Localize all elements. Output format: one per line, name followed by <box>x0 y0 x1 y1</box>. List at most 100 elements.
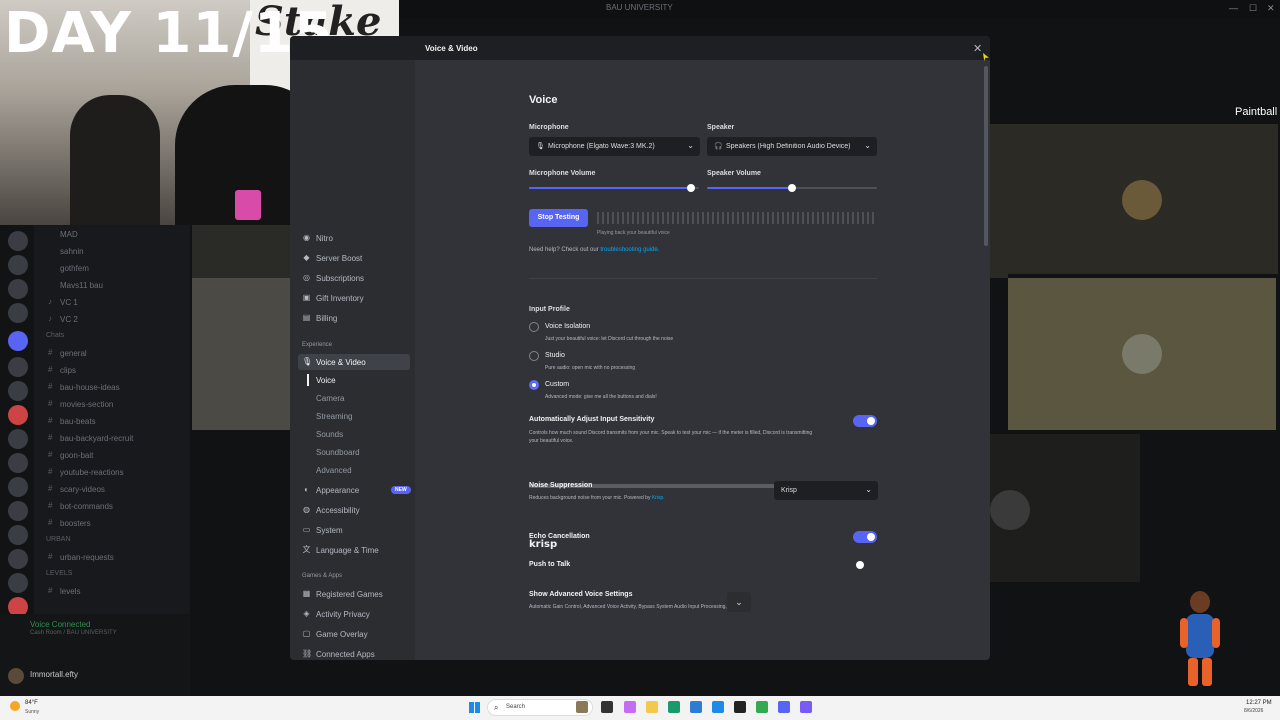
channel-item[interactable]: # general <box>36 345 186 362</box>
server-icon[interactable] <box>8 255 28 275</box>
sidebar-sub-camera[interactable]: Camera <box>316 394 344 403</box>
channel-item[interactable]: gothfem <box>36 260 186 277</box>
store-icon[interactable] <box>690 701 702 713</box>
radio-button[interactable] <box>529 322 539 332</box>
sidebar-item-subscriptions[interactable]: ◎ Subscriptions <box>298 270 410 286</box>
server-icon[interactable] <box>8 429 28 449</box>
channel-item[interactable]: MAD <box>36 226 186 243</box>
clock-time[interactable]: 12:27 PM <box>1246 700 1272 706</box>
channel-item[interactable]: # boosters <box>36 515 186 532</box>
auto-sensitivity-toggle[interactable] <box>853 415 877 427</box>
channel-item[interactable]: ♪ VC 2 <box>36 311 186 328</box>
windows-start-icon[interactable] <box>469 702 480 713</box>
voice-connected-status[interactable]: Voice Connected <box>30 620 91 629</box>
sidebar-item-system[interactable]: ▭ System <box>298 522 410 538</box>
app-icon[interactable] <box>734 701 746 713</box>
radio-button-selected[interactable] <box>529 380 539 390</box>
speaker-select[interactable]: 🎧 Speakers (High Definition Audio Device… <box>707 137 877 156</box>
video-tile[interactable] <box>990 124 1278 274</box>
sidebar-sub-streaming[interactable]: Streaming <box>316 412 352 421</box>
channel-item[interactable]: ♪ VC 1 <box>36 294 186 311</box>
sidebar-item-game-overlay[interactable]: ▢ Game Overlay <box>298 626 410 642</box>
server-icon[interactable] <box>8 501 28 521</box>
file-explorer-icon[interactable] <box>646 701 658 713</box>
sidebar-item-language-time[interactable]: 文 Language & Time <box>298 542 410 558</box>
server-icon[interactable] <box>8 231 28 251</box>
username[interactable]: Immortall.efty <box>30 670 78 679</box>
radio-custom[interactable]: Custom Advanced mode: give me all the bu… <box>529 380 829 404</box>
video-tile[interactable] <box>990 434 1140 582</box>
mic-volume-handle[interactable] <box>686 184 695 192</box>
channel-item[interactable]: # youtube-reactions <box>36 464 186 481</box>
microphone-select[interactable]: 🎙 Microphone (Elgato Wave:3 MK.2) ⌄ <box>529 137 700 156</box>
discord-icon[interactable] <box>778 701 790 713</box>
channel-item[interactable]: # scary-videos <box>36 481 186 498</box>
mic-volume-slider[interactable] <box>529 184 699 192</box>
server-icon[interactable] <box>8 573 28 593</box>
stop-testing-button[interactable]: Stop Testing <box>529 209 588 227</box>
edge-icon[interactable] <box>668 701 680 713</box>
server-icon[interactable] <box>8 525 28 545</box>
video-tile[interactable] <box>192 278 292 430</box>
channel-item[interactable]: # bot-commands <box>36 498 186 515</box>
speaker-volume-slider[interactable] <box>707 184 877 192</box>
radio-button[interactable] <box>529 351 539 361</box>
channel-item[interactable]: # goon-bait <box>36 447 186 464</box>
channel-item[interactable]: # bau-house-ideas <box>36 379 186 396</box>
noise-suppression-select[interactable]: Krisp ⌄ <box>774 481 878 500</box>
channel-item[interactable]: # movies-section <box>36 396 186 413</box>
sidebar-item-gift-inventory[interactable]: ▣ Gift Inventory <box>298 290 410 306</box>
chrome-icon[interactable] <box>756 701 768 713</box>
sidebar-item-accessibility[interactable]: ◍ Accessibility <box>298 502 410 518</box>
sidebar-item-voice-video[interactable]: 🎙 Voice & Video <box>298 354 410 370</box>
server-icon[interactable] <box>8 303 28 323</box>
channel-category[interactable]: Chats <box>36 328 186 345</box>
server-icon[interactable] <box>8 357 28 377</box>
task-view-icon[interactable] <box>601 701 613 713</box>
expand-advanced-button[interactable]: ⌄ <box>727 592 751 612</box>
channel-item[interactable]: # bau-backyard-recruit <box>36 430 186 447</box>
close-icon[interactable]: ✕ <box>973 42 982 55</box>
krisp-link[interactable]: Krisp. <box>652 495 665 501</box>
push-to-talk-toggle[interactable] <box>853 559 877 571</box>
sidebar-sub-advanced[interactable]: Advanced <box>316 466 352 475</box>
sidebar-item-connected-apps[interactable]: ⛓ Connected Apps <box>298 646 410 660</box>
sidebar-item-appearance[interactable]: ◐ Appearance NEW <box>298 482 411 498</box>
speaker-volume-handle[interactable] <box>788 184 796 192</box>
server-icon[interactable] <box>8 279 28 299</box>
copilot-icon[interactable] <box>624 701 636 713</box>
channel-item[interactable]: # urban-requests <box>36 549 186 566</box>
radio-voice-isolation[interactable]: Voice Isolation Just your beautiful voic… <box>529 322 829 346</box>
sun-icon[interactable] <box>10 701 20 711</box>
channel-item[interactable]: # bau-beats <box>36 413 186 430</box>
minimize-icon[interactable]: — <box>1229 3 1238 13</box>
modal-scrollbar[interactable] <box>984 66 988 246</box>
radio-studio[interactable]: Studio Pure audio: open mic with no proc… <box>529 351 829 375</box>
window-close-icon[interactable]: ✕ <box>1267 3 1275 14</box>
sidebar-item-billing[interactable]: ▤ Billing <box>298 310 410 326</box>
server-icon[interactable] <box>8 331 28 351</box>
channel-item[interactable]: Mavs11 bau <box>36 277 186 294</box>
server-icon[interactable] <box>8 477 28 497</box>
server-icon[interactable] <box>8 453 28 473</box>
sidebar-sub-voice[interactable]: Voice <box>316 376 336 385</box>
server-icon[interactable] <box>8 405 28 425</box>
server-icon[interactable] <box>8 549 28 569</box>
channel-category[interactable]: LEVELS <box>36 566 186 583</box>
sidebar-sub-soundboard[interactable]: Soundboard <box>316 448 360 457</box>
video-tile[interactable] <box>1008 278 1276 430</box>
echo-cancellation-toggle[interactable] <box>853 531 877 543</box>
sidebar-item-registered-games[interactable]: ▦ Registered Games <box>298 586 410 602</box>
app-icon[interactable] <box>800 701 812 713</box>
sidebar-item-activity-privacy[interactable]: ◈ Activity Privacy <box>298 606 410 622</box>
channel-item[interactable]: # clips <box>36 362 186 379</box>
widget-icon[interactable] <box>576 701 588 713</box>
sidebar-sub-sounds[interactable]: Sounds <box>316 430 343 439</box>
channel-item[interactable]: sahnin <box>36 243 186 260</box>
weather-temp[interactable]: 84°F <box>25 700 38 706</box>
sidebar-item-server-boost[interactable]: ◆ Server Boost <box>298 250 410 266</box>
server-icon[interactable] <box>8 381 28 401</box>
maximize-icon[interactable]: ☐ <box>1249 3 1257 14</box>
mail-icon[interactable] <box>712 701 724 713</box>
channel-category[interactable]: URBAN <box>36 532 186 549</box>
